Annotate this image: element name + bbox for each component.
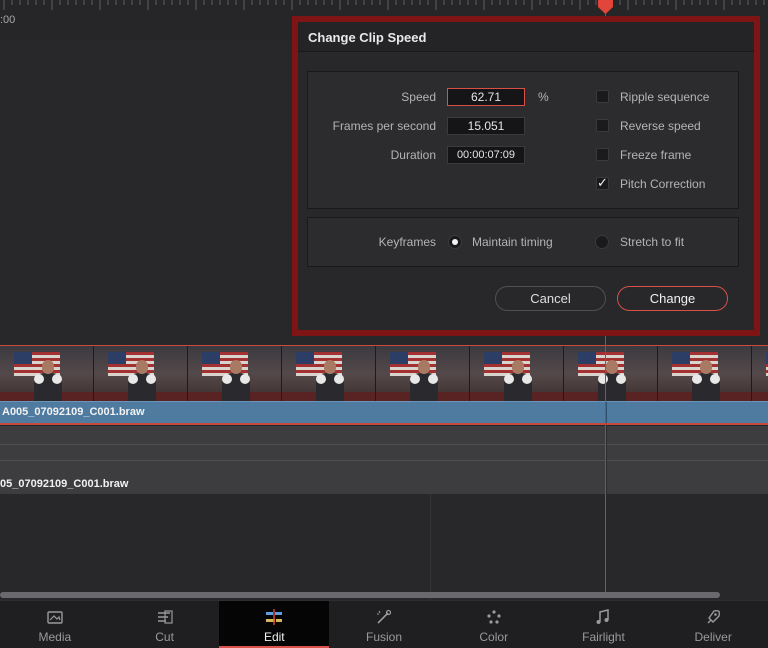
audio-edit-point bbox=[606, 426, 607, 494]
page-tab-label: Deliver bbox=[694, 630, 732, 644]
glove-image bbox=[334, 374, 344, 384]
checkmark-icon: ✓ bbox=[597, 175, 608, 190]
video-clip-name: A005_07092109_C001.braw bbox=[2, 406, 145, 418]
stretch-to-fit-radio[interactable] bbox=[595, 235, 609, 249]
fusion-icon bbox=[377, 609, 392, 624]
page-tab-label: Media bbox=[38, 630, 72, 644]
glove-image bbox=[522, 374, 532, 384]
ripple-sequence-label: Ripple sequence bbox=[620, 90, 710, 104]
video-thumbnail bbox=[752, 346, 768, 402]
glove-image bbox=[710, 374, 720, 384]
page-navigation-bar: Media Cut Edit Fusion Color Fairlight Deliver bbox=[0, 600, 768, 648]
page-tab-label: Fusion bbox=[366, 630, 403, 644]
freeze-frame-checkbox[interactable] bbox=[596, 148, 609, 161]
glove-image bbox=[146, 374, 156, 384]
cut-icon bbox=[157, 610, 173, 624]
fps-label: Frames per second bbox=[332, 119, 436, 133]
video-thumbnail bbox=[94, 346, 188, 402]
page-tab-media[interactable]: Media bbox=[0, 601, 110, 648]
boxer-head-image bbox=[324, 360, 336, 374]
playhead-marker-icon[interactable] bbox=[598, 0, 613, 14]
deliver-icon bbox=[707, 609, 721, 624]
cancel-button[interactable]: Cancel bbox=[495, 286, 606, 311]
audio-clip-name: 05_07092109_C001.braw bbox=[0, 478, 129, 490]
timeline-horizontal-scrollbar[interactable] bbox=[0, 592, 720, 598]
video-clip-bar[interactable]: A005_07092109_C001.braw bbox=[0, 401, 768, 425]
audio-track-line bbox=[0, 444, 768, 445]
speed-settings-panel: Speed % Frames per second Duration Rippl… bbox=[307, 71, 739, 209]
freeze-frame-label: Freeze frame bbox=[620, 148, 692, 162]
reverse-speed-label: Reverse speed bbox=[620, 119, 701, 133]
fps-input[interactable] bbox=[447, 117, 525, 135]
track-divider bbox=[430, 494, 431, 600]
media-icon bbox=[47, 611, 63, 624]
ruler-ticks bbox=[3, 0, 765, 10]
boxer-head-image bbox=[42, 360, 54, 374]
video-thumbnail bbox=[282, 346, 376, 402]
radio-selected-dot bbox=[452, 239, 458, 245]
color-icon bbox=[487, 610, 501, 624]
speed-input[interactable] bbox=[447, 88, 525, 106]
page-tab-fairlight[interactable]: Fairlight bbox=[549, 601, 659, 648]
boxer-head-image bbox=[606, 360, 618, 374]
video-track-clip[interactable] bbox=[0, 345, 768, 402]
speed-unit-label: % bbox=[538, 90, 549, 104]
page-tab-deliver[interactable]: Deliver bbox=[658, 601, 768, 648]
glove-image bbox=[598, 374, 608, 384]
boxer-head-image bbox=[700, 360, 712, 374]
page-tab-label: Fairlight bbox=[582, 630, 625, 644]
timeline-empty-track-area bbox=[0, 494, 768, 600]
page-tab-edit[interactable]: Edit bbox=[219, 601, 330, 648]
video-thumbnail bbox=[188, 346, 282, 402]
ruler-timecode: :00 bbox=[0, 14, 16, 26]
boxer-head-image bbox=[136, 360, 148, 374]
glove-image bbox=[240, 374, 250, 384]
keyframes-label: Keyframes bbox=[378, 235, 436, 249]
glove-image bbox=[222, 374, 232, 384]
pitch-correction-label: Pitch Correction bbox=[620, 177, 706, 191]
maintain-timing-radio[interactable] bbox=[448, 235, 462, 249]
video-thumbnail bbox=[376, 346, 470, 402]
pitch-correction-checkbox[interactable]: ✓ bbox=[596, 175, 609, 190]
boxer-head-image bbox=[512, 360, 524, 374]
ripple-sequence-checkbox[interactable] bbox=[596, 90, 609, 103]
fairlight-icon bbox=[596, 609, 610, 624]
change-clip-speed-dialog: Change Clip Speed Speed % Frames per sec… bbox=[298, 22, 754, 330]
page-tab-label: Cut bbox=[155, 630, 174, 644]
edit-icon bbox=[266, 609, 283, 625]
audio-track-line bbox=[0, 460, 768, 461]
duration-label: Duration bbox=[390, 148, 436, 162]
change-button[interactable]: Change bbox=[617, 286, 728, 311]
glove-image bbox=[616, 374, 626, 384]
video-thumbnail bbox=[0, 346, 94, 402]
keyframes-panel: Keyframes Maintain timing Stretch to fit bbox=[307, 217, 739, 267]
video-thumbnail bbox=[564, 346, 658, 402]
boxer-head-image bbox=[230, 360, 242, 374]
video-thumbnail bbox=[470, 346, 564, 402]
page-tab-label: Color bbox=[479, 630, 509, 644]
page-tab-cut[interactable]: Cut bbox=[110, 601, 220, 648]
duration-input[interactable] bbox=[447, 146, 525, 164]
boxer-head-image bbox=[418, 360, 430, 374]
glove-image bbox=[692, 374, 702, 384]
video-thumbnail bbox=[658, 346, 752, 402]
glove-image bbox=[52, 374, 62, 384]
audio-track-clip[interactable]: 05_07092109_C001.braw bbox=[0, 426, 768, 494]
clip-edit-point bbox=[606, 402, 607, 423]
glove-image bbox=[34, 374, 44, 384]
speed-label: Speed bbox=[401, 90, 436, 104]
dialog-title: Change Clip Speed bbox=[298, 22, 754, 52]
reverse-speed-checkbox[interactable] bbox=[596, 119, 609, 132]
glove-image bbox=[128, 374, 138, 384]
glove-image bbox=[316, 374, 326, 384]
page-tab-color[interactable]: Color bbox=[439, 601, 549, 648]
maintain-timing-label: Maintain timing bbox=[472, 235, 553, 249]
page-tab-label: Edit bbox=[263, 630, 285, 644]
glove-image bbox=[428, 374, 438, 384]
glove-image bbox=[504, 374, 514, 384]
page-tab-fusion[interactable]: Fusion bbox=[329, 601, 439, 648]
glove-image bbox=[410, 374, 420, 384]
stretch-to-fit-label: Stretch to fit bbox=[620, 235, 685, 249]
